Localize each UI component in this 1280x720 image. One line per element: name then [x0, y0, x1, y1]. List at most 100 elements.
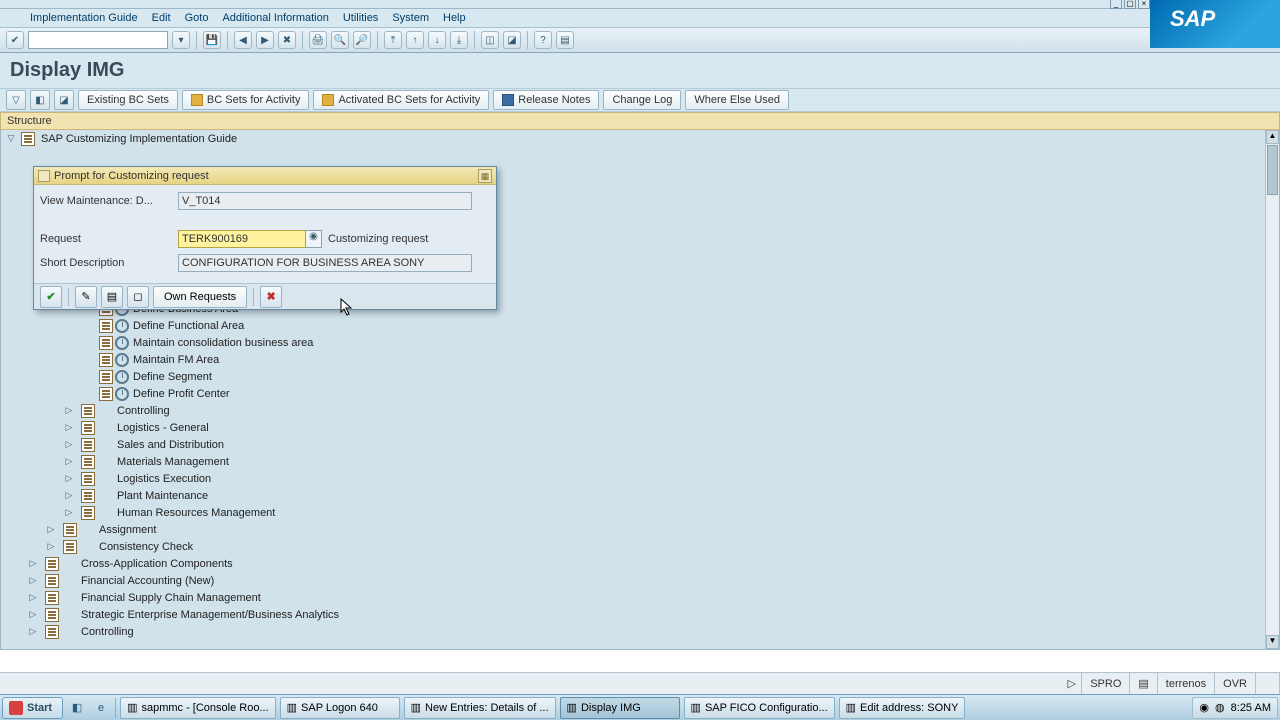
scroll-down-icon[interactable]: ▼	[1266, 635, 1279, 649]
find-icon[interactable]: 🔍	[331, 31, 349, 49]
tree-node[interactable]: ▷Plant Maintenance	[1, 487, 1265, 504]
expand-icon[interactable]: ▷	[63, 473, 75, 485]
create-request-icon[interactable]: ◻	[127, 286, 149, 308]
tree-node[interactable]: ▷Cross-Application Components	[1, 555, 1265, 572]
own-requests-button[interactable]: Own Requests	[153, 286, 247, 308]
start-button[interactable]: Start	[2, 697, 63, 719]
layout-icon[interactable]: ▤	[556, 31, 574, 49]
new-session-icon[interactable]: ◫	[481, 31, 499, 49]
tree-node[interactable]: ▷Consistency Check	[1, 538, 1265, 555]
activity-icon[interactable]	[115, 387, 129, 401]
status-arrow-icon[interactable]: ▷	[1062, 673, 1082, 694]
taskbar-item-active[interactable]: ▥Display IMG	[560, 697, 680, 719]
ok-code-field[interactable]	[28, 31, 168, 49]
taskbar-item[interactable]: ▥SAP Logon 640	[280, 697, 400, 719]
tree-root[interactable]: ▽ SAP Customizing Implementation Guide	[1, 130, 1265, 147]
taskbar-item[interactable]: ▥SAP FICO Configuratio...	[684, 697, 835, 719]
tray-icon[interactable]: ◍	[1215, 701, 1225, 714]
bc-sets-for-activity-button[interactable]: BC Sets for Activity	[182, 90, 310, 110]
back-icon[interactable]: ◀	[234, 31, 252, 49]
activity-icon[interactable]	[115, 319, 129, 333]
minimize-icon[interactable]: _	[1110, 0, 1122, 9]
expand-icon[interactable]: ▷	[63, 507, 75, 519]
shortcut-icon[interactable]: ◪	[503, 31, 521, 49]
system-tray[interactable]: ◉ ◍ 8:25 AM	[1192, 697, 1278, 719]
exit-icon[interactable]: ▶	[256, 31, 274, 49]
tool1-icon[interactable]: ✎	[75, 286, 97, 308]
expand-icon[interactable]: ▷	[63, 439, 75, 451]
help-icon[interactable]: ?	[534, 31, 552, 49]
expand-icon[interactable]: ▷	[45, 524, 57, 536]
tree-leaf[interactable]: Maintain FM Area	[1, 351, 1265, 368]
tray-icon[interactable]: ◉	[1199, 701, 1209, 714]
activity-icon[interactable]	[115, 336, 129, 350]
tree-leaf[interactable]: Define Segment	[1, 368, 1265, 385]
restore-icon[interactable]: ▢	[1124, 0, 1136, 9]
close-icon[interactable]: ×	[1138, 0, 1150, 9]
enter-icon[interactable]: ✔	[6, 31, 24, 49]
dropdown-icon[interactable]: ▾	[172, 31, 190, 49]
scroll-thumb[interactable]	[1267, 145, 1278, 195]
existing-bc-sets-button[interactable]: Existing BC Sets	[78, 90, 178, 110]
print-icon[interactable]: 🖨	[309, 31, 327, 49]
activity-icon[interactable]	[115, 370, 129, 384]
expand-icon[interactable]: ▷	[45, 541, 57, 553]
quicklaunch-desktop-icon[interactable]: ◧	[67, 698, 87, 718]
scroll-up-icon[interactable]: ▲	[1266, 130, 1279, 144]
find-next-icon[interactable]: 🔎	[353, 31, 371, 49]
continue-button[interactable]: ✔	[40, 286, 62, 308]
expand-icon[interactable]: ▷	[27, 626, 39, 638]
cancel-button[interactable]: ✖	[260, 286, 282, 308]
status-resize-grip[interactable]	[1256, 673, 1280, 694]
menu-edit[interactable]: Edit	[152, 12, 171, 24]
expand-all-icon[interactable]: ▽	[6, 90, 26, 110]
menu-system[interactable]: System	[392, 12, 429, 24]
tree-node[interactable]: ▷Logistics - General	[1, 419, 1265, 436]
quicklaunch-ie-icon[interactable]: e	[91, 698, 111, 718]
first-page-icon[interactable]: ⤒	[384, 31, 402, 49]
tool2-icon[interactable]: ▤	[101, 286, 123, 308]
expand-icon[interactable]: ▷	[27, 558, 39, 570]
expand-icon[interactable]: ▷	[63, 490, 75, 502]
tree-node[interactable]: ▷Logistics Execution	[1, 470, 1265, 487]
menu-goto[interactable]: Goto	[185, 12, 209, 24]
cancel-icon[interactable]: ✖	[278, 31, 296, 49]
collapse-icon[interactable]: ▽	[5, 133, 17, 145]
tree-leaf[interactable]: Maintain consolidation business area	[1, 334, 1265, 351]
release-notes-button[interactable]: Release Notes	[493, 90, 599, 110]
menu-utilities[interactable]: Utilities	[343, 12, 378, 24]
change-log-button[interactable]: Change Log	[603, 90, 681, 110]
prev-page-icon[interactable]: ↑	[406, 31, 424, 49]
expand-icon[interactable]: ▷	[63, 456, 75, 468]
save-icon[interactable]: 💾	[203, 31, 221, 49]
expand-icon[interactable]: ▷	[63, 422, 75, 434]
where-else-used-button[interactable]: Where Else Used	[685, 90, 789, 110]
next-page-icon[interactable]: ↓	[428, 31, 446, 49]
expand-icon[interactable]: ▷	[63, 405, 75, 417]
activated-bc-sets-button[interactable]: Activated BC Sets for Activity	[313, 90, 489, 110]
request-field[interactable]: TERK900169	[178, 230, 306, 248]
value-help-icon[interactable]: ◉	[306, 230, 322, 248]
tree-node[interactable]: ▷Financial Supply Chain Management	[1, 589, 1265, 606]
menu-implementation-guide[interactable]: Implementation Guide	[30, 12, 138, 24]
position-icon[interactable]: ◧	[30, 90, 50, 110]
tree-node[interactable]: ▷Materials Management	[1, 453, 1265, 470]
tree-node[interactable]: ▷Sales and Distribution	[1, 436, 1265, 453]
additional-icon[interactable]: ◪	[54, 90, 74, 110]
menu-help[interactable]: Help	[443, 12, 466, 24]
tree-node[interactable]: ▷Human Resources Management	[1, 504, 1265, 521]
taskbar-item[interactable]: ▥sapmmc - [Console Roo...	[120, 697, 276, 719]
last-page-icon[interactable]: ⤓	[450, 31, 468, 49]
status-system-icon[interactable]: ▤	[1130, 673, 1157, 694]
activity-icon[interactable]	[115, 353, 129, 367]
tree-leaf[interactable]: Define Profit Center	[1, 385, 1265, 402]
tree-leaf[interactable]: Define Functional Area	[1, 317, 1265, 334]
tree-node[interactable]: ▷Assignment	[1, 521, 1265, 538]
menu-additional-information[interactable]: Additional Information	[222, 12, 328, 24]
expand-icon[interactable]: ▷	[27, 609, 39, 621]
expand-icon[interactable]: ▷	[27, 592, 39, 604]
tree-node[interactable]: ▷Controlling	[1, 402, 1265, 419]
taskbar-item[interactable]: ▥New Entries: Details of ...	[404, 697, 556, 719]
dialog-close-icon[interactable]: ▦	[478, 169, 492, 183]
expand-icon[interactable]: ▷	[27, 575, 39, 587]
